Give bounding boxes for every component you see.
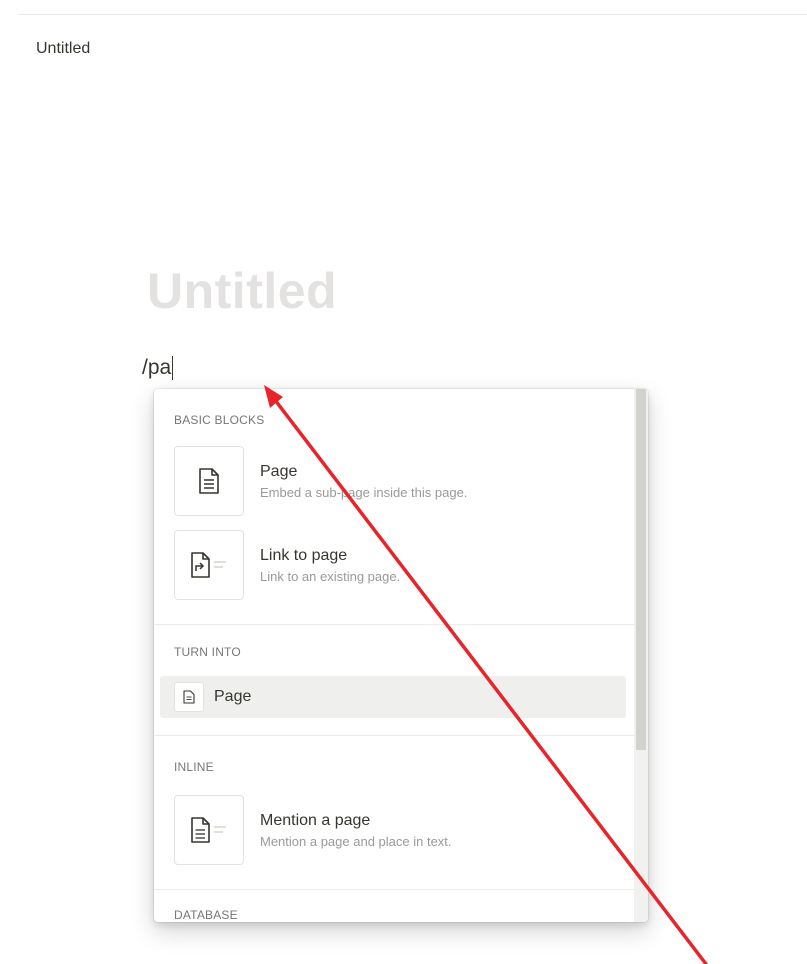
menu-item-title: Page <box>260 462 298 480</box>
link-page-icon <box>191 552 226 578</box>
mention-page-icon-box <box>174 795 244 865</box>
menu-item-description: Link to an existing page. <box>260 568 401 584</box>
editor-text-block[interactable]: /pa <box>142 356 174 380</box>
text-caret <box>172 356 174 380</box>
page-icon <box>199 468 219 494</box>
section-label-inline: INLINE <box>174 760 214 774</box>
section-label-database: DATABASE <box>174 908 238 922</box>
menu-scrollbar[interactable] <box>634 389 648 922</box>
mention-page-icon <box>191 817 226 843</box>
link-page-icon-box <box>174 530 244 600</box>
section-divider <box>154 624 634 625</box>
menu-item-title: Page <box>214 688 252 705</box>
page-icon-box <box>174 446 244 516</box>
menu-item-title: Mention a page <box>260 811 371 829</box>
section-label-turn-into: TURN INTO <box>174 645 241 659</box>
section-divider <box>154 889 634 890</box>
page-icon <box>183 690 195 704</box>
menu-item-description: Embed a sub-page inside this page. <box>260 484 468 500</box>
section-label-basic-blocks: BASIC BLOCKS <box>174 413 265 427</box>
top-bar <box>18 0 807 15</box>
menu-item-link-to-page[interactable]: Link to page Link to an existing page. <box>174 528 624 602</box>
page-title[interactable]: Untitled <box>147 262 337 320</box>
slash-command-menu[interactable]: BASIC BLOCKS Page Embed a sub-page insid… <box>154 389 648 922</box>
menu-item-page[interactable]: Page Embed a sub-page inside this page. <box>174 444 624 518</box>
menu-item-mention-page[interactable]: Mention a page Mention a page and place … <box>174 793 624 867</box>
slash-command-input[interactable]: /pa <box>142 356 171 380</box>
menu-item-turn-into-page[interactable]: Page <box>160 676 626 718</box>
small-page-icon-box <box>174 682 204 712</box>
menu-item-title: Link to page <box>260 546 348 564</box>
menu-scrollbar-thumb[interactable] <box>636 389 646 750</box>
breadcrumb[interactable]: Untitled <box>36 40 90 58</box>
section-divider <box>154 735 634 736</box>
menu-item-description: Mention a page and place in text. <box>260 833 452 849</box>
